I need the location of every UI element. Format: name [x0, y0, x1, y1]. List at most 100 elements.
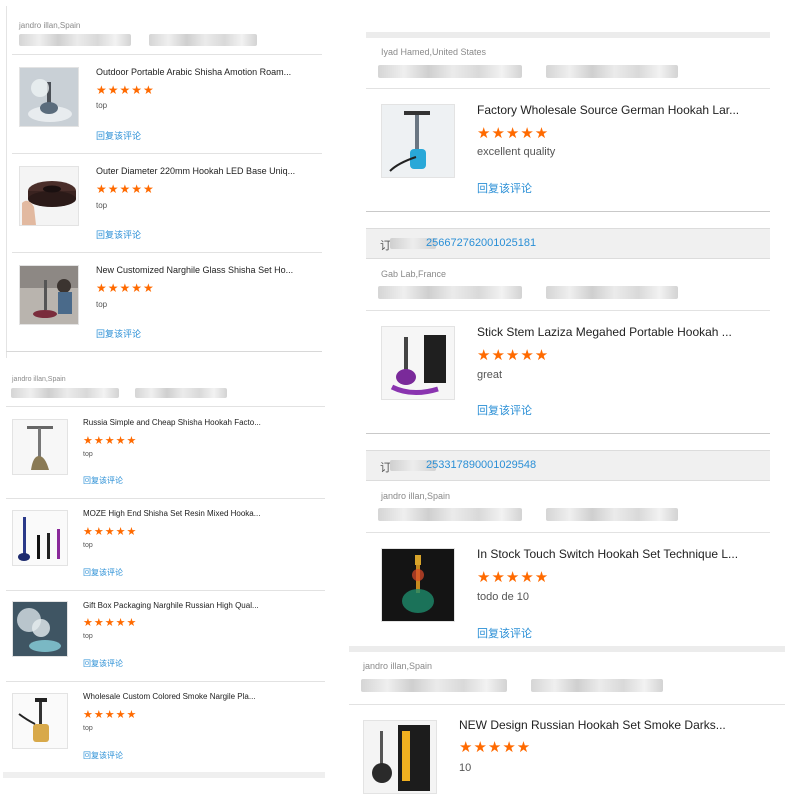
- rating-stars: ★★★★★: [83, 526, 138, 538]
- product-thumbnail[interactable]: [12, 419, 68, 475]
- review-comment: top: [96, 300, 108, 309]
- product-title[interactable]: In Stock Touch Switch Hookah Set Techniq…: [477, 547, 764, 561]
- blurred-order-text: [546, 65, 678, 78]
- reply-review-link[interactable]: 回复该评论: [96, 228, 141, 241]
- product-title[interactable]: Wholesale Custom Colored Smoke Nargile P…: [83, 692, 319, 701]
- product-thumbnail[interactable]: [12, 693, 68, 749]
- reply-review-link[interactable]: 回复该评论: [477, 402, 532, 418]
- divider: [366, 310, 770, 311]
- divider: [6, 590, 325, 591]
- blurred-order-text: [378, 286, 522, 299]
- divider: [349, 704, 785, 705]
- buyer-info: jandro illan,Spain: [363, 661, 433, 671]
- product-title[interactable]: Outdoor Portable Arabic Shisha Amotion R…: [96, 67, 318, 77]
- rating-stars: ★★★★★: [459, 739, 532, 756]
- rating-stars: ★★★★★: [96, 182, 155, 196]
- blurred-order-text: [546, 286, 678, 299]
- blue-hookah-photo-icon: [382, 105, 454, 177]
- divider: [366, 211, 770, 212]
- review-panel-a: jandro illan,Spain Outdoor Portable Arab…: [6, 6, 324, 358]
- product-thumbnail[interactable]: [19, 166, 79, 226]
- product-thumbnail[interactable]: [381, 326, 455, 400]
- blurred-order-text: [19, 34, 131, 46]
- reply-review-link[interactable]: 回复该评论: [83, 567, 123, 578]
- led-hookah-photo-icon: [382, 549, 454, 621]
- product-title[interactable]: Factory Wholesale Source German Hookah L…: [477, 103, 764, 117]
- panel-top-border: [366, 32, 770, 38]
- rating-stars: ★★★★★: [96, 83, 155, 97]
- product-thumbnail[interactable]: [381, 104, 455, 178]
- review-comment: 10: [459, 762, 472, 774]
- product-title[interactable]: Outer Diameter 220mm Hookah LED Base Uni…: [96, 166, 318, 176]
- product-title[interactable]: NEW Design Russian Hookah Set Smoke Dark…: [459, 718, 779, 732]
- divider: [6, 681, 325, 682]
- blurred-order-text: [135, 388, 227, 398]
- rating-stars: ★★★★★: [83, 435, 138, 447]
- blurred-order-text: [11, 388, 119, 398]
- led-base-photo-icon: [20, 167, 78, 225]
- blurred-order-text: [378, 65, 522, 78]
- reply-review-link[interactable]: 回复该评论: [477, 625, 532, 641]
- review-comment: top: [83, 451, 93, 458]
- reply-review-link[interactable]: 回复该评论: [83, 658, 123, 669]
- product-title[interactable]: Gift Box Packaging Narghile Russian High…: [83, 601, 319, 610]
- shisha-smoke-photo-icon: [20, 68, 78, 126]
- divider: [6, 351, 322, 352]
- product-thumbnail[interactable]: [19, 67, 79, 127]
- reply-review-link[interactable]: 回复该评论: [83, 750, 123, 761]
- divider: [12, 153, 322, 154]
- buyer-info: Gab Lab,France: [381, 269, 447, 279]
- rating-stars: ★★★★★: [477, 347, 550, 364]
- smoke-photo-icon: [13, 602, 67, 656]
- review-comment: top: [96, 101, 108, 110]
- buyer-info: Iyad Hamed,United States: [381, 47, 487, 57]
- buyer-info: jandro illan,Spain: [381, 491, 451, 501]
- hookah-bronze-photo-icon: [13, 420, 67, 474]
- divider: [12, 252, 322, 253]
- blurred-order-text: [546, 508, 678, 521]
- reply-review-link[interactable]: 回复该评论: [477, 180, 532, 196]
- review-panel-d: jandro illan,Spain NEW Design Russian Ho…: [349, 646, 785, 800]
- product-thumbnail[interactable]: [19, 265, 79, 325]
- divider: [366, 532, 770, 533]
- reply-review-link[interactable]: 回复该评论: [83, 475, 123, 486]
- blurred-order-text: [378, 508, 522, 521]
- review-comment: great: [477, 369, 503, 381]
- panel-top-border: [349, 646, 785, 652]
- divider: [3, 772, 325, 778]
- review-comment: top: [96, 201, 108, 210]
- review-comment: top: [83, 542, 93, 549]
- product-title[interactable]: MOZE High End Shisha Set Resin Mixed Hoo…: [83, 509, 319, 518]
- panel-border: [6, 6, 7, 358]
- product-thumbnail[interactable]: [12, 510, 68, 566]
- product-title[interactable]: Russia Simple and Cheap Shisha Hookah Fa…: [83, 418, 319, 427]
- hookah-box-photo-icon: [364, 721, 436, 793]
- product-thumbnail[interactable]: [363, 720, 437, 794]
- product-thumbnail[interactable]: [12, 601, 68, 657]
- buyer-info: jandro illan,Spain: [12, 376, 66, 383]
- blurred-order-text: [531, 679, 663, 692]
- divider: [12, 54, 322, 55]
- order-number-bar: 订 256672762001025181: [366, 228, 770, 259]
- reply-review-link[interactable]: 回复该评论: [96, 129, 141, 142]
- product-title[interactable]: New Customized Narghile Glass Shisha Set…: [96, 265, 318, 275]
- purple-hookah-photo-icon: [382, 327, 454, 399]
- reply-review-link[interactable]: 回复该评论: [96, 327, 141, 340]
- hookah-glass-photo-icon: [13, 694, 67, 748]
- divider: [366, 88, 770, 89]
- rating-stars: ★★★★★: [477, 569, 550, 586]
- rating-stars: ★★★★★: [96, 281, 155, 295]
- rating-stars: ★★★★★: [83, 617, 138, 629]
- order-number-link[interactable]: 256672762001025181: [426, 237, 536, 249]
- rating-stars: ★★★★★: [477, 125, 550, 142]
- product-thumbnail[interactable]: [381, 548, 455, 622]
- hookah-set-photo-icon: [13, 511, 67, 565]
- blurred-order-text: [149, 34, 257, 46]
- review-comment: todo de 10: [477, 591, 529, 603]
- order-number-link[interactable]: 253317890001029548: [426, 459, 536, 471]
- narghile-photo-icon: [20, 266, 78, 324]
- product-title[interactable]: Stick Stem Laziza Megahed Portable Hooka…: [477, 325, 764, 339]
- buyer-info: jandro illan,Spain: [19, 21, 81, 30]
- blurred-order-text: [361, 679, 507, 692]
- review-comment: excellent quality: [477, 146, 556, 158]
